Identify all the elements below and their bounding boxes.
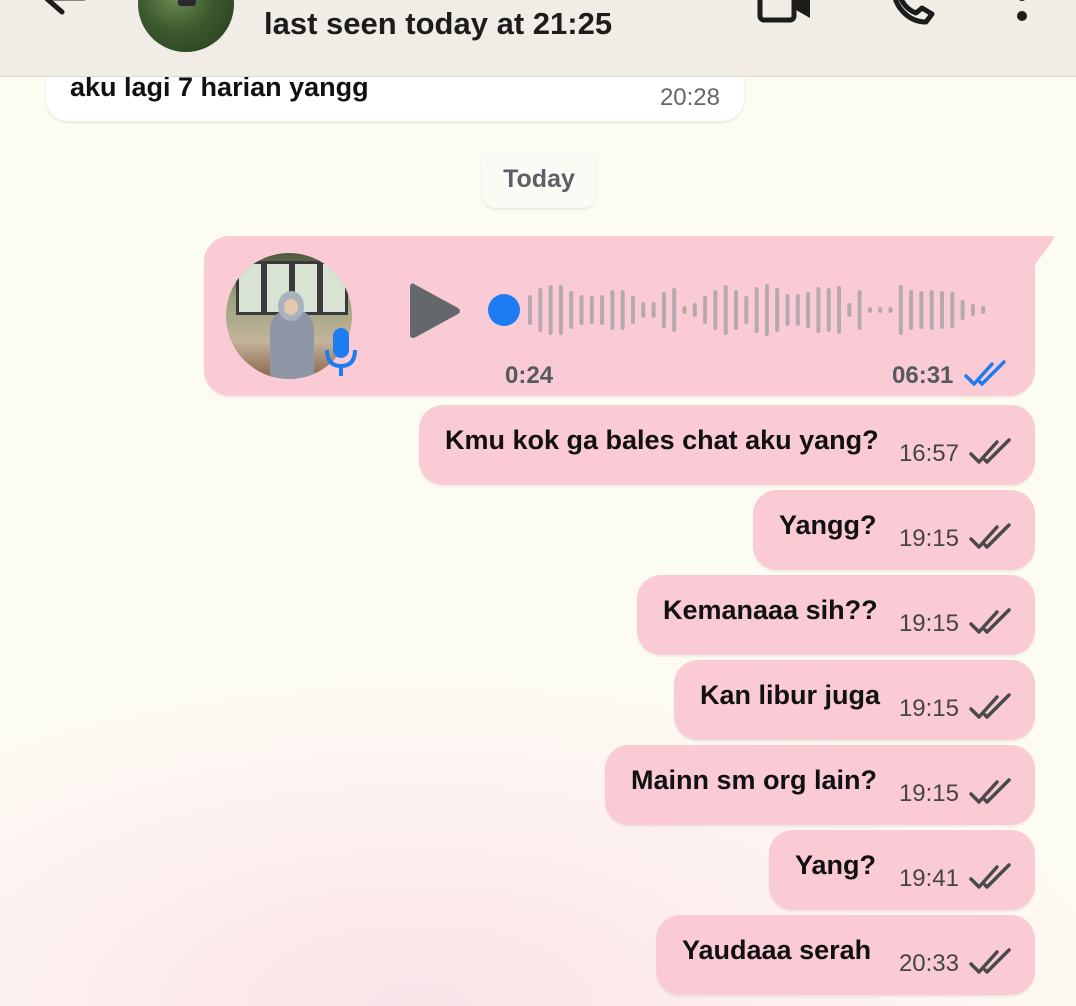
waveform-bar [929,290,934,330]
message-time: 19:15 [898,610,959,637]
voice-call-icon[interactable] [888,0,938,28]
waveform-bar [620,290,625,330]
voice-duration: 0:24 [505,362,554,389]
waveform-bar [538,288,543,332]
waveform-bar [713,290,718,330]
waveform-bar [703,296,708,324]
waveform-bar [940,291,944,329]
message-text: Yangg? [779,510,877,540]
chat-header: last seen today at 21:25 [0,0,1076,77]
delivered-ticks-icon [969,778,1011,804]
delivered-ticks-icon [969,863,1011,889]
waveform-bar [764,284,769,336]
waveform-bar [651,302,656,318]
back-arrow-icon[interactable] [38,0,98,32]
waveform-bar [888,307,893,313]
waveform-bar [878,307,883,313]
waveform-bar [631,296,635,324]
waveform-bar [734,290,738,330]
contact-avatar[interactable] [138,0,234,52]
microphone-icon [325,328,357,376]
waveform-bar [528,295,532,325]
message-time: 16:57 [898,440,959,467]
delivered-ticks-icon [969,438,1011,464]
delivered-ticks-icon [969,608,1011,634]
delivered-ticks-icon [969,693,1011,719]
waveform-bar [661,292,666,328]
waveform-bar [548,285,553,335]
more-options-icon[interactable] [1010,0,1034,28]
waveform-bar [950,292,955,328]
waveform-bar [672,288,677,332]
read-ticks-icon [964,360,1006,386]
waveform-bar [837,286,841,334]
outgoing-message[interactable]: Kmu kok ga bales chat aku yang? 16:57 [419,405,1035,485]
waveform-bar [857,290,862,330]
message-time: 06:31 [892,362,954,389]
waveform-bar [795,294,800,326]
message-time: 20:28 [659,84,720,111]
waveform-bar [692,303,697,317]
waveform-bar [589,296,594,324]
voice-message[interactable]: 0:24 06:31 [204,236,1035,396]
waveform-bar [579,295,584,325]
delivered-ticks-icon [969,948,1011,974]
message-time: 19:15 [898,780,959,807]
outgoing-message[interactable]: Yang? 19:41 [769,830,1035,910]
waveform-bar [867,307,872,313]
waveform-bar [682,306,687,314]
waveform-bar [898,285,903,335]
last-seen-status[interactable]: last seen today at 21:25 [264,6,612,42]
message-time: 20:33 [898,950,959,977]
waveform-bar [569,291,574,329]
outgoing-message[interactable]: Mainn sm org lain? 19:15 [605,745,1035,825]
waveform-bar [600,295,605,325]
waveform-bar [806,292,811,328]
waveform-bar [785,294,790,326]
waveform-bar [754,287,759,333]
waveform-bar [981,306,986,314]
waveform-bar [610,290,615,330]
delivered-ticks-icon [969,523,1011,549]
waveform-bar [816,287,821,333]
outgoing-message[interactable]: Kan libur juga 19:15 [674,660,1035,740]
playback-scrubber[interactable] [488,294,520,326]
message-time: 19:41 [898,865,959,892]
waveform-bar [744,296,749,324]
waveform-bar [775,288,780,332]
waveform-bar [723,285,728,335]
waveform-bar [960,300,965,320]
date-separator: Today [482,150,596,208]
message-text: Kan libur juga [700,680,881,710]
waveform-bar [970,304,975,316]
message-time: 19:15 [898,695,959,722]
waveform-bar [847,303,852,317]
message-text: Yaudaaa serah [682,935,872,965]
waveform-bar [641,302,646,318]
waveform-bar [826,288,831,332]
waveform-bar [909,290,914,330]
outgoing-message[interactable]: Kemanaaa sih?? 19:15 [637,575,1035,655]
video-call-icon[interactable] [756,0,816,26]
play-icon[interactable] [408,280,464,342]
outgoing-message[interactable]: Yangg? 19:15 [753,490,1035,570]
audio-waveform[interactable] [504,274,1004,346]
message-text: Kmu kok ga bales chat aku yang? [445,425,879,455]
outgoing-message[interactable]: Yaudaaa serah 20:33 [656,915,1035,995]
message-time: 19:15 [898,525,959,552]
message-text: Yang? [795,850,877,880]
message-text: Mainn sm org lain? [631,765,878,795]
waveform-bar [919,291,924,329]
message-text: Kemanaaa sih?? [663,595,878,625]
waveform-bar [558,285,563,335]
